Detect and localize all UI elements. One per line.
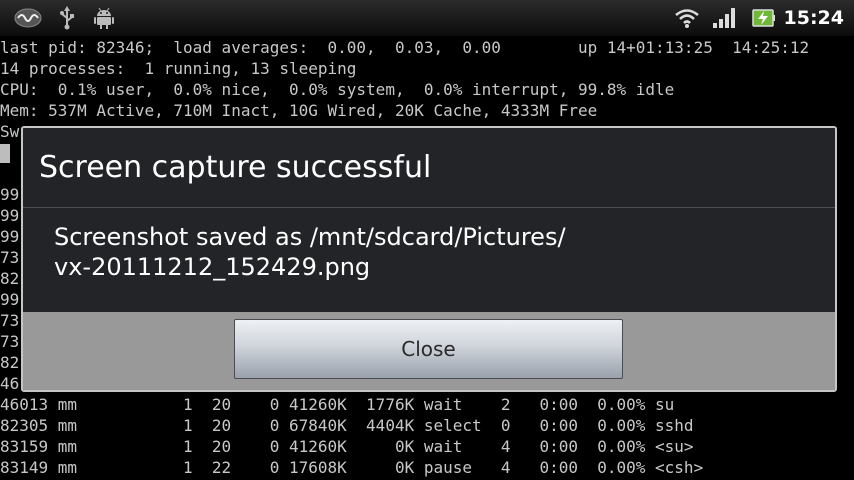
- close-button[interactable]: Close: [234, 319, 623, 379]
- android-debug-icon: [92, 0, 116, 36]
- terminal-line: 73: [0, 248, 20, 267]
- terminal-line: 99: [0, 206, 20, 225]
- screen-capture-dialog: Screen capture successful Screenshot sav…: [21, 126, 837, 392]
- terminal-line: 82: [0, 353, 20, 372]
- dialog-body: Screenshot saved as /mnt/sdcard/Pictures…: [23, 208, 835, 312]
- terminal-line: 99: [0, 290, 20, 309]
- terminal-line: 99: [0, 185, 20, 204]
- terminal-line: last pid: 82346; load averages: 0.00, 0.…: [0, 38, 810, 57]
- terminal-line: 14 processes: 1 running, 13 sleeping: [0, 59, 357, 78]
- dialog-message-line: vx-20111212_152429.png: [54, 253, 371, 281]
- battery-charging-icon: [751, 0, 777, 36]
- terminal-line: 83149 mm 1 22 0 17608K 0K pause 4 0:00 0…: [0, 458, 704, 477]
- terminal-line: 82305 mm 1 20 0 67840K 4404K select 0 0:…: [0, 416, 694, 435]
- dialog-title-bar: Screen capture successful: [23, 128, 835, 207]
- dialog-button-bar: Close: [23, 312, 835, 390]
- dialog-message: Screenshot saved as /mnt/sdcard/Pictures…: [54, 222, 754, 282]
- terminal-line: 99: [0, 227, 20, 246]
- terminal-line: Mem: 537M Active, 710M Inact, 10G Wired,…: [0, 101, 598, 120]
- terminal-line: 46: [0, 374, 20, 393]
- close-button-label: Close: [401, 337, 456, 361]
- wifi-icon: [674, 0, 700, 36]
- terminal-line: 83159 mm 1 20 0 41260K 0K wait 4 0:00 0.…: [0, 437, 694, 456]
- terminal-line: 46013 mm 1 20 0 41260K 1776K wait 2 0:00…: [0, 395, 675, 414]
- dialog-title: Screen capture successful: [39, 150, 432, 185]
- usb-icon: [56, 0, 78, 36]
- terminal-line: CPU: 0.1% user, 0.0% nice, 0.0% system, …: [0, 80, 675, 99]
- status-clock: 15:24: [783, 7, 844, 29]
- status-bar: 15:24: [0, 0, 854, 36]
- terminal-line: 82: [0, 269, 20, 288]
- voice-wave-icon: [12, 0, 44, 36]
- terminal-cursor: [0, 144, 10, 163]
- dialog-message-line: Screenshot saved as /mnt/sdcard/Pictures…: [54, 223, 566, 251]
- terminal-line: 73: [0, 332, 20, 351]
- terminal-line: 73: [0, 311, 20, 330]
- terminal-line: Sw: [0, 122, 20, 141]
- signal-strength-icon: [710, 0, 740, 36]
